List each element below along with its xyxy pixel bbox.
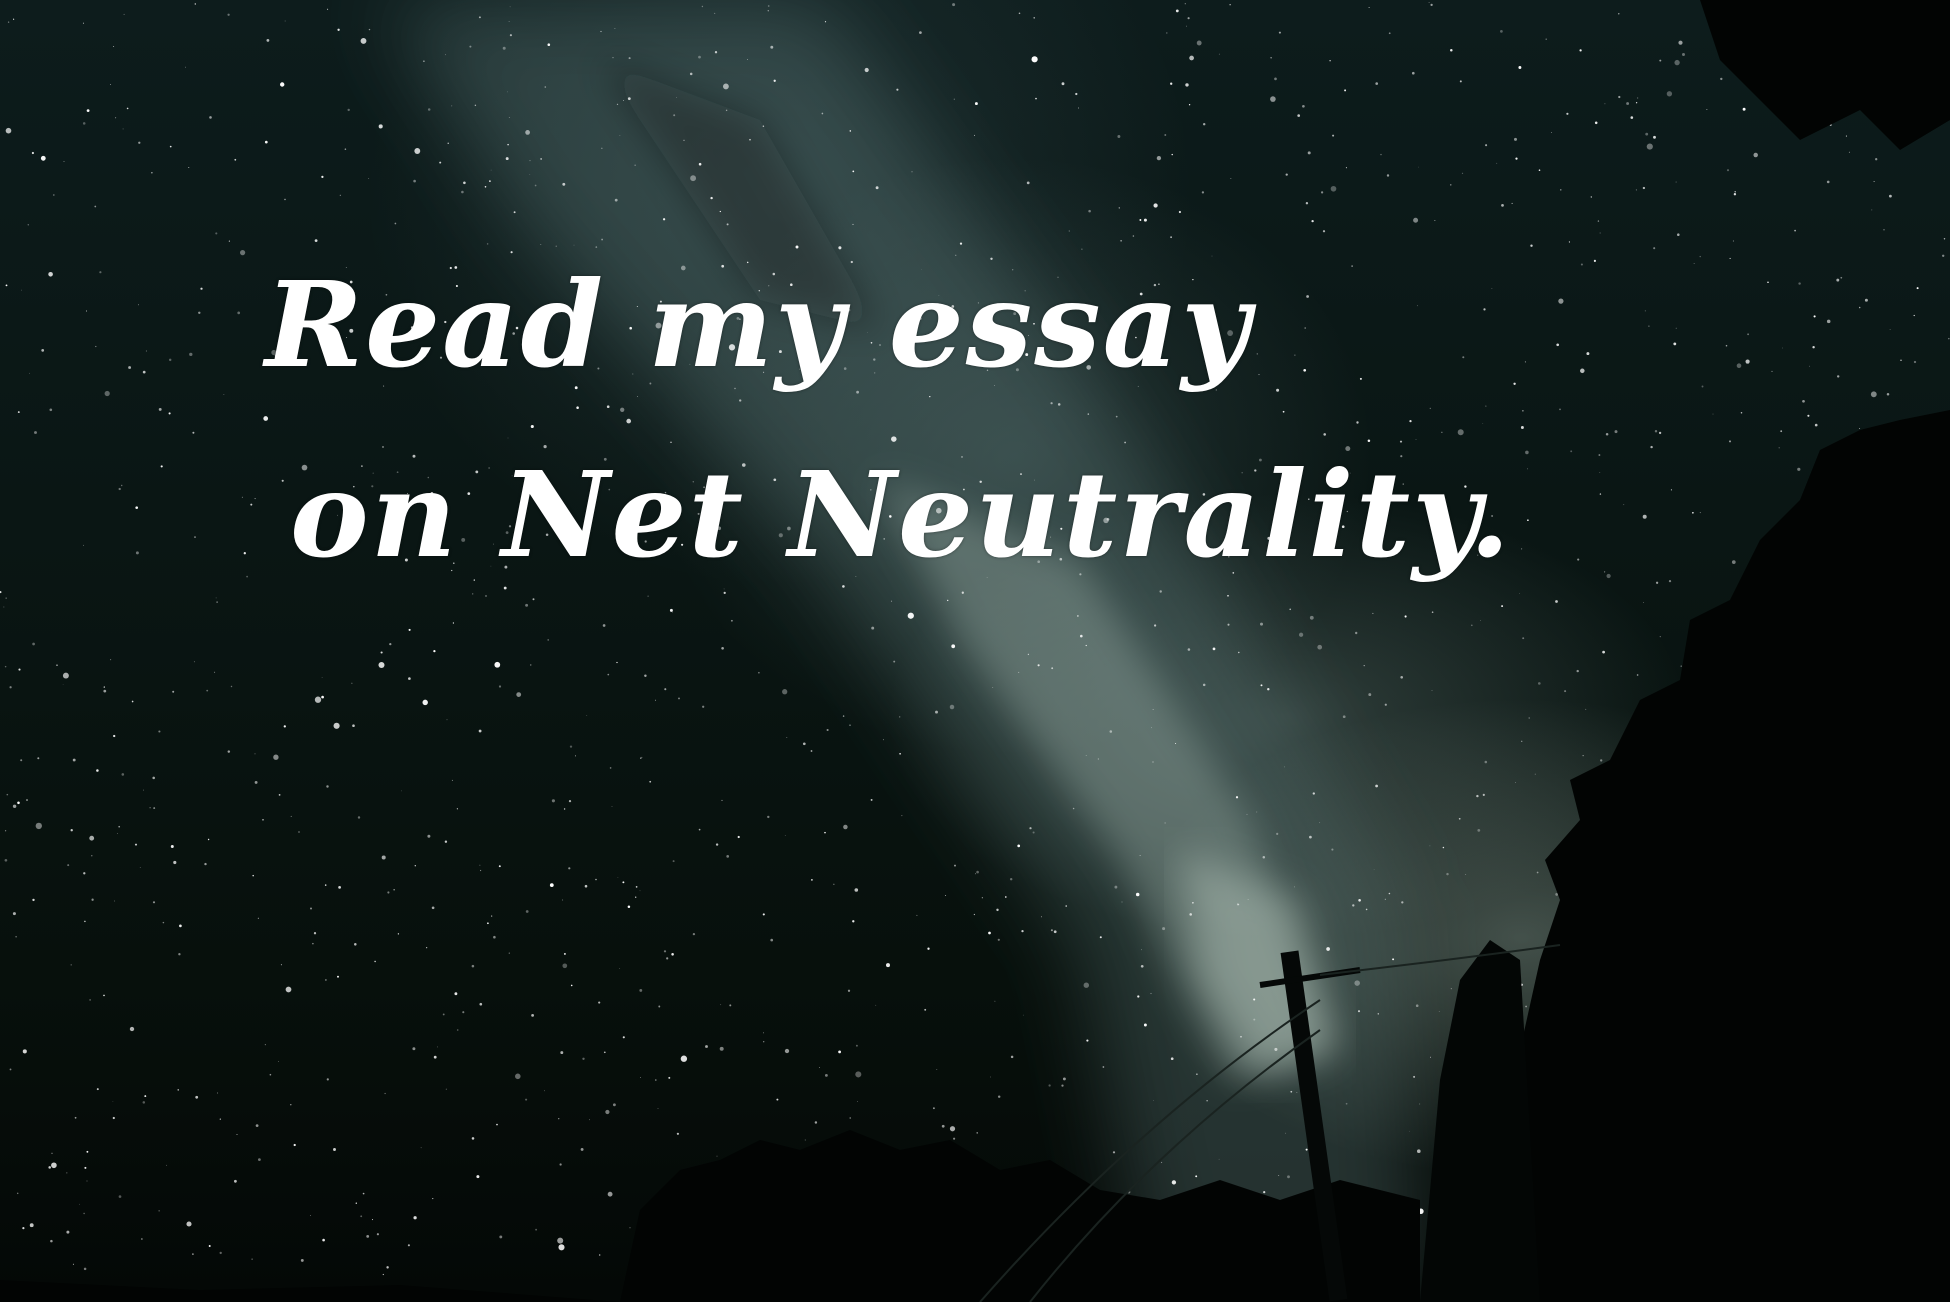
tree-bottom-center [620, 1130, 1420, 1302]
power-line [1319, 944, 1561, 976]
headline-line-1: Read my essay [265, 255, 1252, 394]
night-sky-scene: Read my essay on Net Neutrality. [0, 0, 1950, 1302]
tree-top-right [1700, 0, 1950, 150]
headline: Read my essay on Net Neutrality. [265, 230, 1665, 610]
tree-bottom-left [0, 1280, 620, 1302]
tree-right-mid [1420, 940, 1540, 1302]
headline-line-2: on Net Neutrality. [290, 445, 1513, 584]
tree-silhouettes [0, 0, 1950, 1302]
